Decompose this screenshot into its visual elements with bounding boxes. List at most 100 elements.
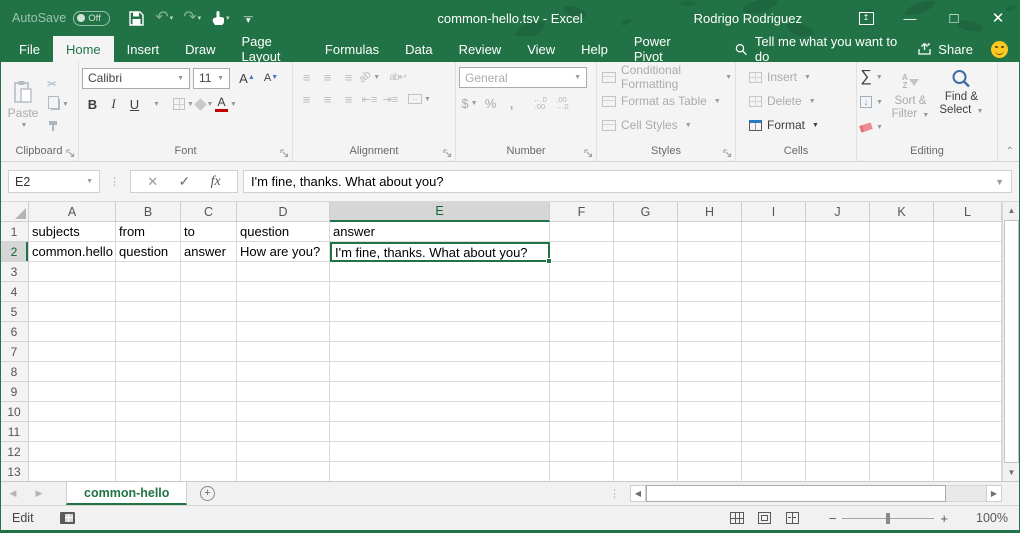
- cell-E3[interactable]: [330, 262, 550, 282]
- cell-L2[interactable]: [934, 242, 1002, 262]
- scroll-up-arrow-icon[interactable]: ▲: [1003, 202, 1020, 219]
- cell-L13[interactable]: [934, 462, 1002, 481]
- find-select-button[interactable]: Find & Select ▼: [938, 65, 985, 144]
- cell-D10[interactable]: [237, 402, 330, 422]
- zoom-level[interactable]: 100%: [962, 511, 1008, 525]
- cell-E10[interactable]: [330, 402, 550, 422]
- format-painter-button[interactable]: [45, 116, 69, 135]
- cell-A2[interactable]: common.hello: [29, 242, 116, 262]
- cell-B11[interactable]: [116, 422, 181, 442]
- cell-I8[interactable]: [742, 362, 806, 382]
- cell-J2[interactable]: [806, 242, 870, 262]
- cell-K10[interactable]: [870, 402, 934, 422]
- format-as-table-button[interactable]: Format as Table▼: [600, 89, 732, 113]
- cell-G13[interactable]: [614, 462, 678, 481]
- zoom-in-button[interactable]: +: [934, 511, 954, 526]
- minimize-button[interactable]: —: [888, 0, 932, 36]
- collapse-ribbon-button[interactable]: ⌃: [1006, 146, 1014, 157]
- cell-D7[interactable]: [237, 342, 330, 362]
- fill-color-button[interactable]: ▼: [194, 93, 215, 115]
- vertical-scrollbar[interactable]: ▲ ▼: [1002, 202, 1020, 481]
- cell-J3[interactable]: [806, 262, 870, 282]
- cell-J6[interactable]: [806, 322, 870, 342]
- shrink-font-button[interactable]: A▼: [257, 67, 278, 89]
- cell-C13[interactable]: [181, 462, 237, 481]
- cell-G4[interactable]: [614, 282, 678, 302]
- cell-E9[interactable]: [330, 382, 550, 402]
- cell-C11[interactable]: [181, 422, 237, 442]
- maximize-button[interactable]: □: [932, 0, 976, 36]
- format-cells-button[interactable]: Format▼: [747, 113, 853, 137]
- wrap-text-button[interactable]: ab↩: [387, 66, 408, 88]
- cell-H13[interactable]: [678, 462, 742, 481]
- scroll-left-arrow-icon[interactable]: ◀: [630, 485, 646, 502]
- increase-indent-button[interactable]: ⇥≡: [380, 88, 401, 110]
- column-header-G[interactable]: G: [614, 202, 678, 222]
- column-header-H[interactable]: H: [678, 202, 742, 222]
- page-break-preview-button[interactable]: [779, 506, 807, 530]
- grow-font-button[interactable]: A▲: [233, 67, 254, 89]
- cell-K11[interactable]: [870, 422, 934, 442]
- cell-C4[interactable]: [181, 282, 237, 302]
- column-header-B[interactable]: B: [116, 202, 181, 222]
- cell-E12[interactable]: [330, 442, 550, 462]
- cell-G5[interactable]: [614, 302, 678, 322]
- cell-J8[interactable]: [806, 362, 870, 382]
- row-header-9[interactable]: 9: [0, 382, 29, 402]
- cell-L6[interactable]: [934, 322, 1002, 342]
- column-header-A[interactable]: A: [29, 202, 116, 222]
- cell-D11[interactable]: [237, 422, 330, 442]
- paste-button[interactable]: Paste ▼: [3, 65, 43, 144]
- cell-A1[interactable]: subjects: [29, 222, 116, 242]
- cell-A8[interactable]: [29, 362, 116, 382]
- formula-input[interactable]: I'm fine, thanks. What about you? ▼: [243, 170, 1012, 193]
- cell-G10[interactable]: [614, 402, 678, 422]
- cell-A10[interactable]: [29, 402, 116, 422]
- cell-L3[interactable]: [934, 262, 1002, 282]
- cell-K6[interactable]: [870, 322, 934, 342]
- name-box[interactable]: E2 ▼: [8, 170, 100, 193]
- cell-J1[interactable]: [806, 222, 870, 242]
- cell-H12[interactable]: [678, 442, 742, 462]
- cell-B8[interactable]: [116, 362, 181, 382]
- tab-view[interactable]: View: [514, 36, 568, 62]
- tab-help[interactable]: Help: [568, 36, 621, 62]
- align-left-button[interactable]: ≡: [296, 88, 317, 110]
- number-dialog-launcher[interactable]: [584, 149, 593, 158]
- cell-H10[interactable]: [678, 402, 742, 422]
- column-header-I[interactable]: I: [742, 202, 806, 222]
- save-button[interactable]: [124, 4, 148, 32]
- clipboard-dialog-launcher[interactable]: [66, 149, 75, 158]
- bold-button[interactable]: B: [82, 93, 103, 115]
- cell-L4[interactable]: [934, 282, 1002, 302]
- formula-bar-resize-handle[interactable]: ⋮: [109, 175, 121, 188]
- comma-style-button[interactable]: ,: [501, 92, 522, 114]
- tab-review[interactable]: Review: [446, 36, 515, 62]
- cell-B3[interactable]: [116, 262, 181, 282]
- tab-file[interactable]: File: [6, 36, 53, 62]
- cell-G8[interactable]: [614, 362, 678, 382]
- macro-recording-icon[interactable]: [60, 512, 75, 524]
- cell-D2[interactable]: How are you?: [237, 242, 330, 262]
- cell-I10[interactable]: [742, 402, 806, 422]
- cell-G6[interactable]: [614, 322, 678, 342]
- cell-H9[interactable]: [678, 382, 742, 402]
- cell-I4[interactable]: [742, 282, 806, 302]
- cell-L11[interactable]: [934, 422, 1002, 442]
- row-header-10[interactable]: 10: [0, 402, 29, 422]
- cell-I3[interactable]: [742, 262, 806, 282]
- column-header-D[interactable]: D: [237, 202, 330, 222]
- row-header-7[interactable]: 7: [0, 342, 29, 362]
- zoom-out-button[interactable]: −: [823, 511, 843, 526]
- cell-D6[interactable]: [237, 322, 330, 342]
- sort-filter-button[interactable]: AZ Sort & Filter ▼: [887, 65, 934, 144]
- tab-page-layout[interactable]: Page Layout: [229, 36, 312, 62]
- decrease-indent-button[interactable]: ⇤≡: [359, 88, 380, 110]
- cancel-entry-button[interactable]: ✕: [147, 174, 158, 190]
- horizontal-scrollbar-track[interactable]: [646, 485, 986, 502]
- cell-K5[interactable]: [870, 302, 934, 322]
- cell-K9[interactable]: [870, 382, 934, 402]
- cell-F12[interactable]: [550, 442, 614, 462]
- cell-B12[interactable]: [116, 442, 181, 462]
- insert-function-button[interactable]: fx: [211, 174, 221, 190]
